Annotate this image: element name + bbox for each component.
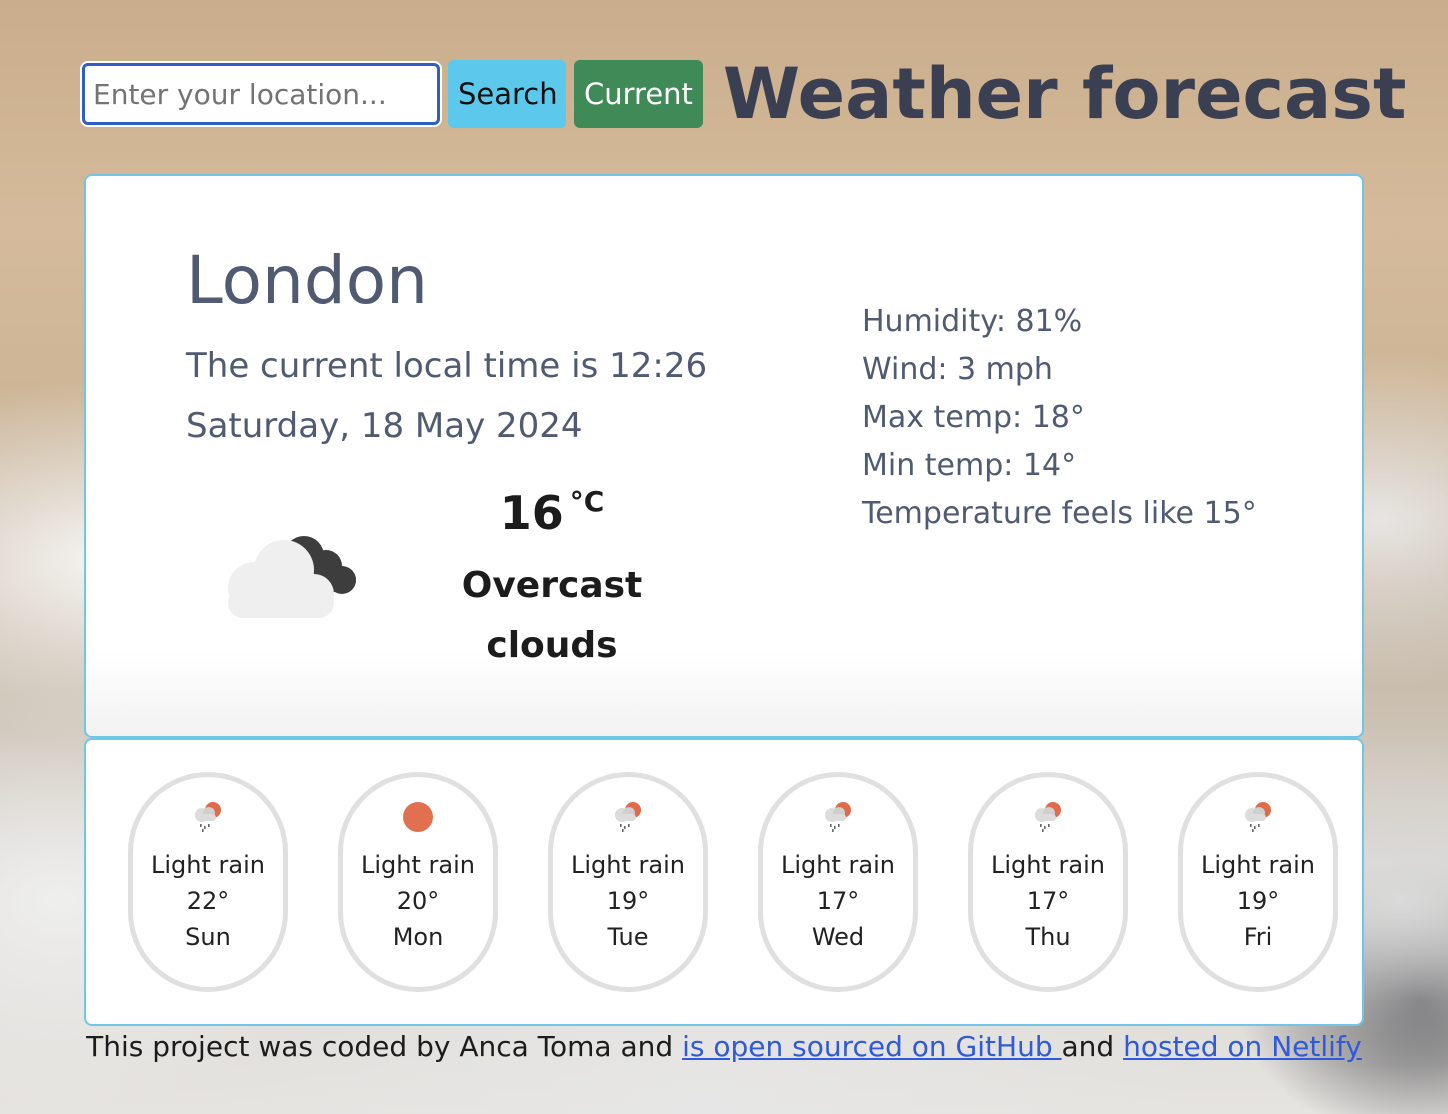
overcast-clouds-icon bbox=[228, 536, 356, 618]
forecast-day: Light rain 22° Sun bbox=[128, 772, 288, 992]
forecast-temperature: 19° bbox=[1236, 887, 1280, 915]
forecast-description: Light rain bbox=[571, 851, 685, 879]
forecast-temperature: 20° bbox=[396, 887, 440, 915]
search-input[interactable] bbox=[82, 63, 440, 125]
current-date: Saturday, 18 May 2024 bbox=[186, 406, 583, 446]
forecast-description: Light rain bbox=[1201, 851, 1315, 879]
forecast-temperature: 22° bbox=[186, 887, 230, 915]
local-time: The current local time is 12:26 bbox=[186, 346, 708, 386]
forecast-description: Light rain bbox=[151, 851, 265, 879]
temperature-block: 16 °C bbox=[452, 485, 652, 540]
forecast-day-name: Wed bbox=[811, 923, 865, 951]
search-button[interactable]: Search bbox=[448, 60, 566, 128]
wind: Wind: 3 mph bbox=[862, 352, 1053, 387]
light-rain-icon bbox=[1245, 802, 1271, 832]
city-name: London bbox=[186, 242, 428, 319]
app-title: Weather forecast bbox=[722, 53, 1407, 135]
top-bar: Search Current Weather forecast bbox=[82, 53, 1406, 135]
forecast-description: Light rain bbox=[781, 851, 895, 879]
forecast-day: Light rain 19° Fri bbox=[1178, 772, 1338, 992]
forecast-temperature: 17° bbox=[1026, 887, 1070, 915]
sun-icon bbox=[403, 802, 433, 832]
light-rain-icon bbox=[1035, 802, 1061, 832]
current-location-button[interactable]: Current bbox=[574, 60, 703, 128]
forecast-day: Light rain 19° Tue bbox=[548, 772, 708, 992]
weather-condition: Overcast clouds bbox=[461, 565, 643, 666]
min-temp: Min temp: 14° bbox=[862, 448, 1077, 483]
netlify-link[interactable]: hosted on Netlify bbox=[1123, 1030, 1362, 1063]
footer-text: This project was coded by Anca Toma and bbox=[86, 1030, 683, 1063]
forecast-temperature: 17° bbox=[816, 887, 860, 915]
max-temp: Max temp: 18° bbox=[862, 400, 1085, 435]
forecast-day: Light rain 17° Wed bbox=[758, 772, 918, 992]
forecast-day-name: Thu bbox=[1025, 923, 1071, 951]
current-weather-card: London The current local time is 12:26 S… bbox=[84, 174, 1364, 738]
temperature-unit[interactable]: °C bbox=[570, 485, 605, 518]
weather-details: Humidity: 81% Wind: 3 mph Max temp: 18° … bbox=[862, 298, 1257, 538]
forecast-description: Light rain bbox=[991, 851, 1105, 879]
forecast-temperature: 19° bbox=[606, 887, 650, 915]
forecast-card: Light rain 22° Sun Light rain 20° Mon Li… bbox=[84, 738, 1364, 1026]
forecast-day: Light rain 17° Thu bbox=[968, 772, 1128, 992]
forecast-day: Light rain 20° Mon bbox=[338, 772, 498, 992]
humidity: Humidity: 81% bbox=[862, 304, 1083, 339]
light-rain-icon bbox=[195, 802, 221, 832]
current-temperature: 16 bbox=[499, 486, 564, 540]
feels-like: Temperature feels like 15° bbox=[862, 496, 1257, 531]
forecast-day-name: Fri bbox=[1243, 923, 1273, 951]
github-link[interactable]: is open sourced on GitHub bbox=[682, 1030, 1061, 1063]
footer-text-middle: and bbox=[1061, 1030, 1124, 1063]
forecast-day-name: Tue bbox=[607, 923, 649, 951]
forecast-day-name: Sun bbox=[185, 923, 231, 951]
footer: This project was coded by Anca Toma and … bbox=[0, 1030, 1448, 1063]
light-rain-icon bbox=[615, 802, 641, 832]
light-rain-icon bbox=[825, 802, 851, 832]
forecast-description: Light rain bbox=[361, 851, 475, 879]
forecast-day-name: Mon bbox=[392, 923, 444, 951]
